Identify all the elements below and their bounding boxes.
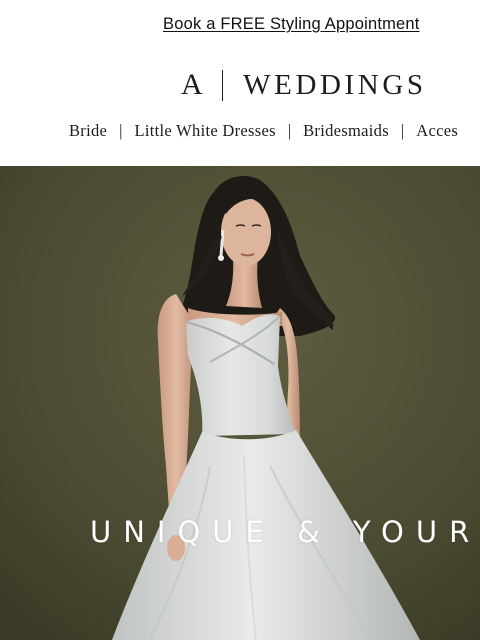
nav-separator: | [287,121,292,140]
nav-separator: | [400,121,405,140]
hero-headline: UNIQUE & YOUR [90,515,480,549]
nav-separator: | [119,121,123,140]
logo-wordmark: WEDDINGS [243,68,427,101]
email-page: Book a FREE Styling Appointment A WEDDIN… [0,0,480,640]
bride-photo [0,166,480,640]
nav-item-little-white-dresses[interactable]: Little White Dresses [134,121,275,141]
logo-divider [221,69,224,101]
nav-item-accessories[interactable]: Acces [416,121,458,141]
main-nav: Bride | Little White Dresses | Bridesmai… [69,121,458,141]
styling-appointment-link[interactable]: Book a FREE Styling Appointment [163,15,420,34]
nav-item-bride[interactable]: Bride [69,121,107,141]
brand-logo[interactable]: A WEDDINGS [181,67,427,103]
hero-banner[interactable]: UNIQUE & YOUR [0,166,480,640]
nav-item-bridesmaids[interactable]: Bridesmaids [303,121,389,141]
logo-mark: A [181,68,204,101]
